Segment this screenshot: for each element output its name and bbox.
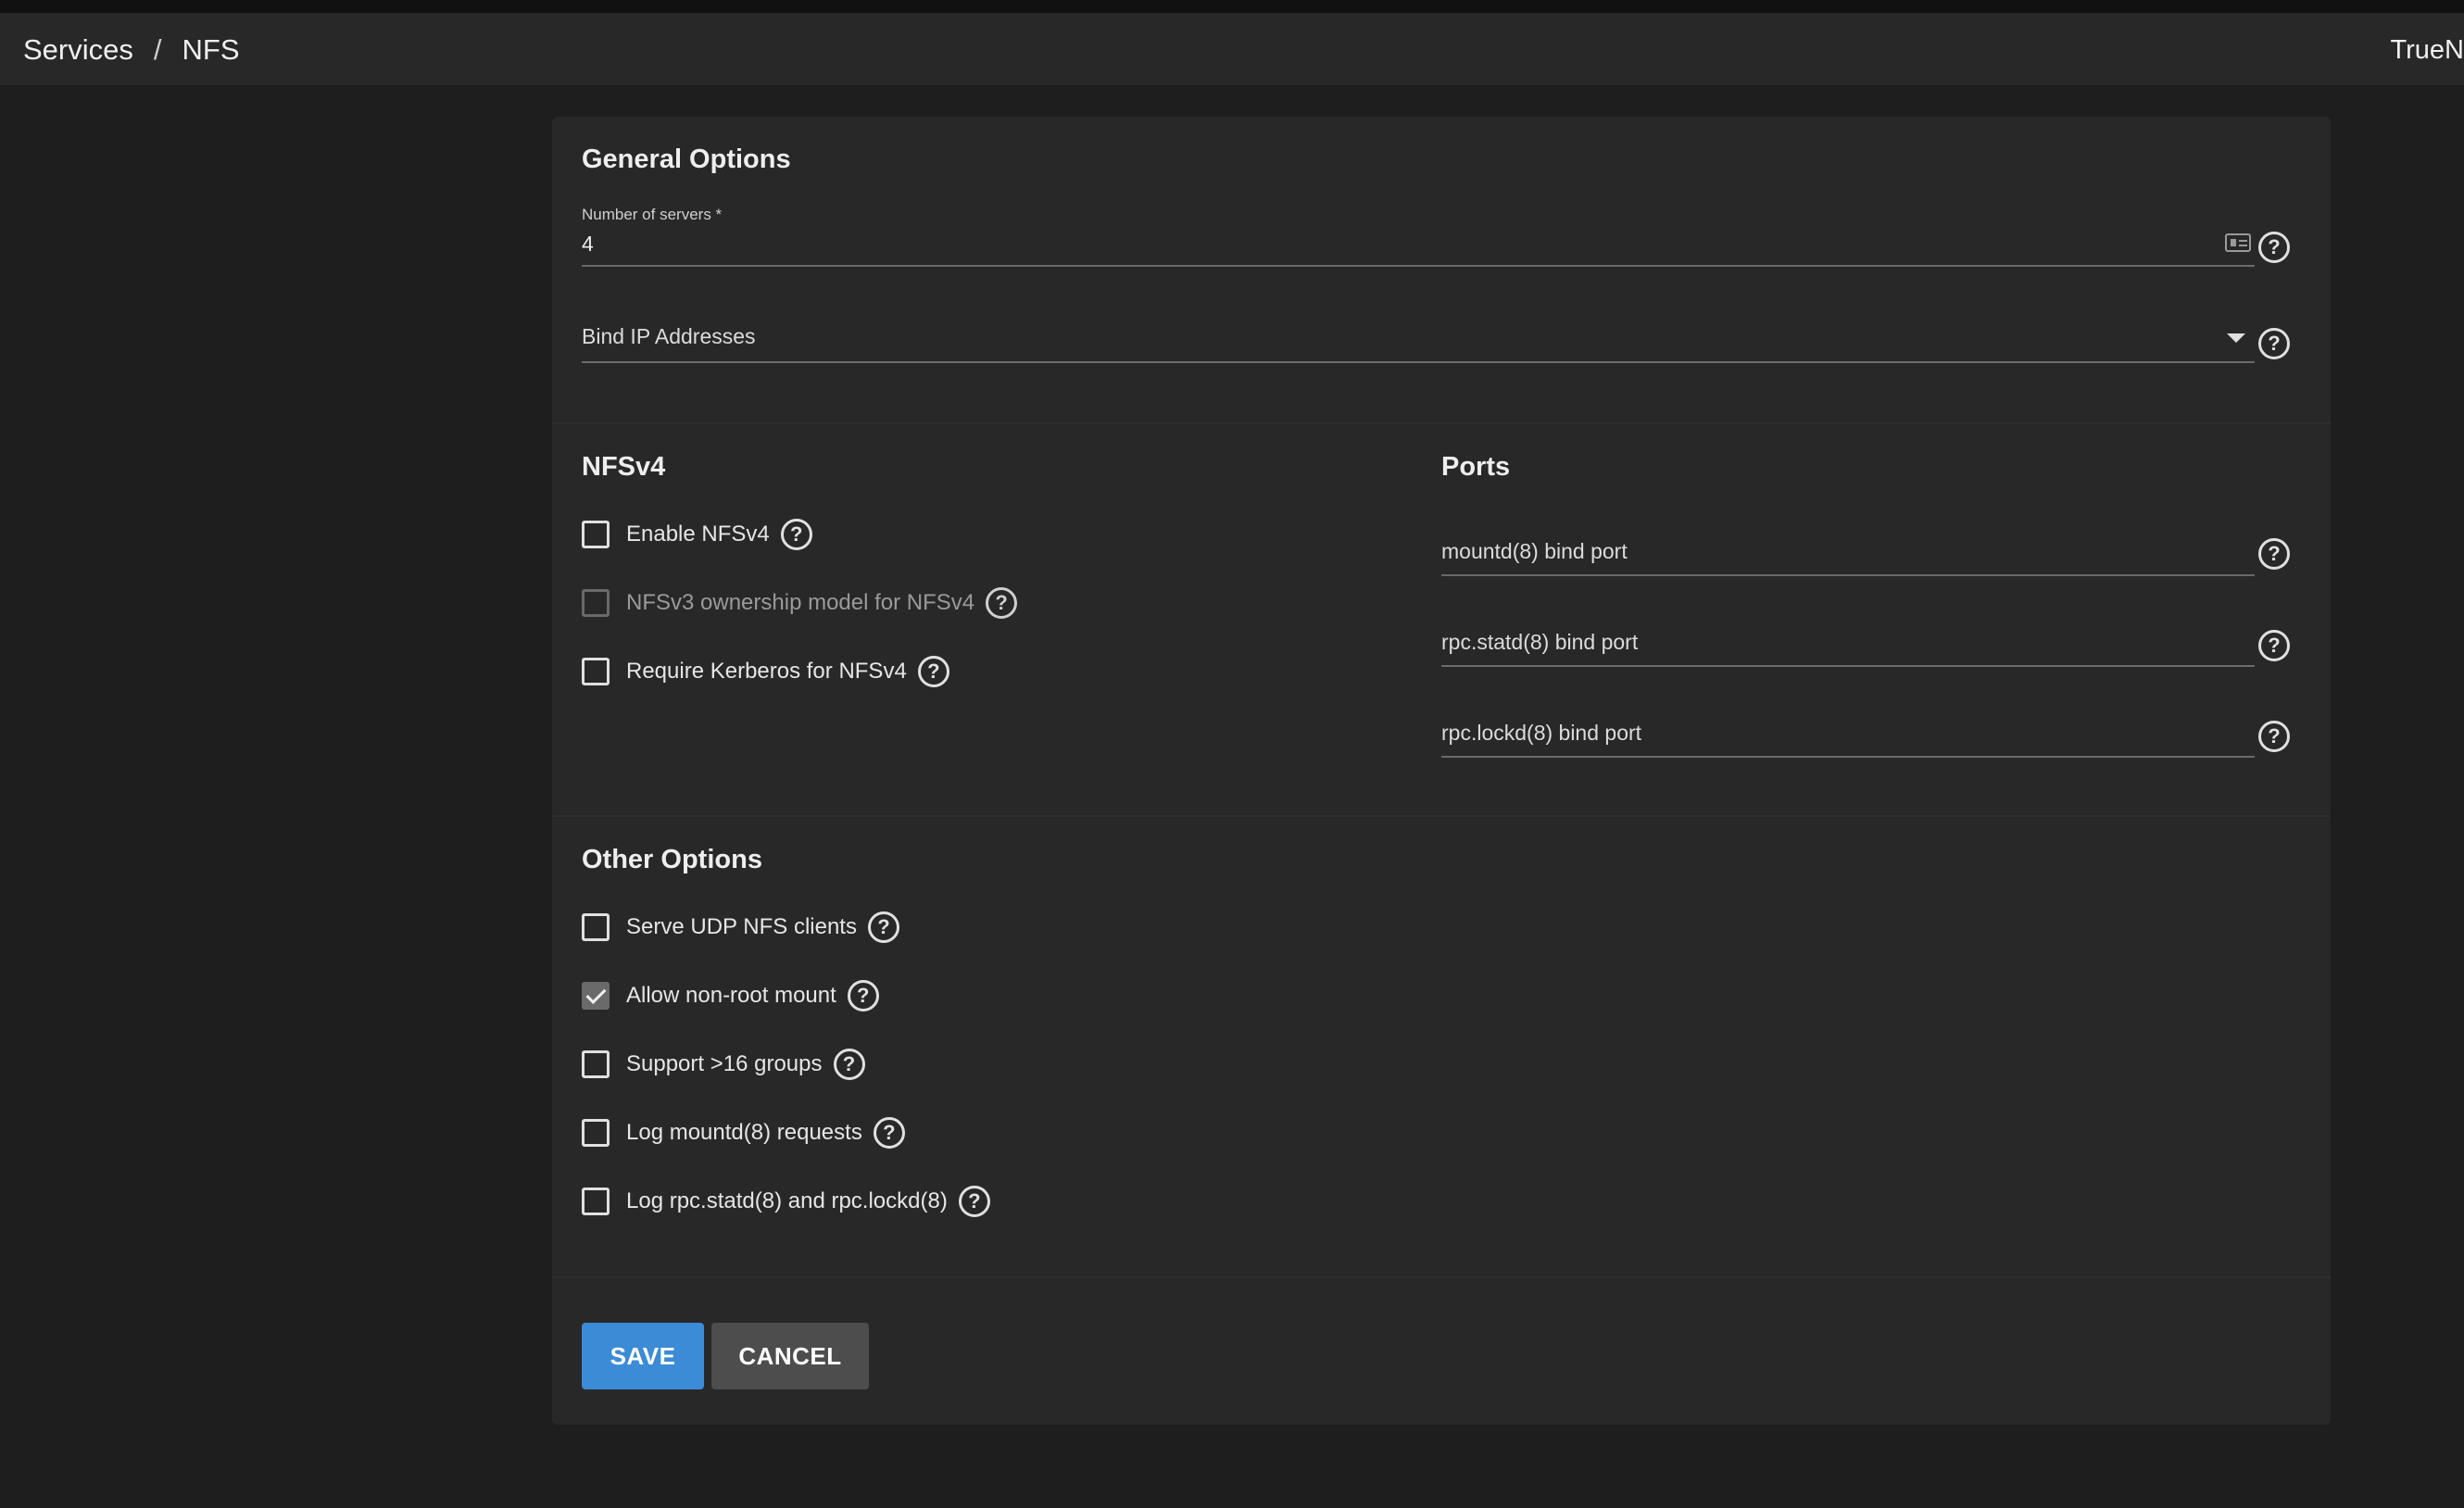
section-divider: [552, 422, 2331, 424]
allow-non-root-checkbox[interactable]: [582, 982, 610, 1010]
save-button[interactable]: SAVE: [582, 1323, 704, 1389]
log-mountd-checkbox-row[interactable]: Log mountd(8) requests ?: [582, 1114, 905, 1151]
lockd-help-icon[interactable]: ?: [2258, 721, 2290, 752]
support-16-groups-checkbox[interactable]: [582, 1050, 610, 1078]
log-mountd-checkbox[interactable]: [582, 1119, 610, 1147]
serve-udp-checkbox[interactable]: [582, 913, 610, 941]
log-mountd-help-icon[interactable]: ?: [873, 1117, 905, 1149]
support-16-groups-help-icon[interactable]: ?: [833, 1049, 865, 1080]
mountd-bind-port-input[interactable]: mountd(8) bind port: [1441, 534, 2255, 576]
log-statd-lockd-checkbox[interactable]: [582, 1188, 610, 1215]
support-16-groups-checkbox-row[interactable]: Support >16 groups ?: [582, 1046, 865, 1083]
mountd-bind-port-label: mountd(8) bind port: [1441, 539, 1628, 563]
breadcrumb: Services / NFS: [23, 13, 240, 87]
require-kerberos-help-icon[interactable]: ?: [917, 656, 949, 687]
breadcrumb-nfs: NFS: [182, 33, 240, 66]
lockd-bind-port-input[interactable]: rpc.lockd(8) bind port: [1441, 715, 2255, 758]
log-mountd-label: Log mountd(8) requests: [626, 1120, 862, 1145]
number-stepper-icon[interactable]: [2225, 233, 2251, 252]
serve-udp-checkbox-row[interactable]: Serve UDP NFS clients ?: [582, 909, 899, 946]
breadcrumb-services[interactable]: Services: [23, 33, 133, 67]
statd-bind-port-label: rpc.statd(8) bind port: [1441, 630, 1639, 654]
nfs-settings-card: General Options Number of servers * 4 ? …: [552, 117, 2331, 1425]
require-kerberos-checkbox[interactable]: [582, 658, 610, 685]
cancel-button[interactable]: CANCEL: [711, 1323, 869, 1389]
page-header: Services / NFS TrueN: [0, 13, 2464, 87]
number-of-servers-label: Number of servers *: [582, 206, 723, 223]
nfsv4-title: NFSv4: [582, 452, 666, 482]
other-options-title: Other Options: [582, 845, 762, 874]
statd-bind-port-input[interactable]: rpc.statd(8) bind port: [1441, 624, 2255, 667]
breadcrumb-separator: /: [153, 33, 162, 66]
require-kerberos-label: Require Kerberos for NFSv4: [626, 659, 907, 684]
support-16-groups-label: Support >16 groups: [626, 1051, 823, 1076]
log-statd-lockd-label: Log rpc.statd(8) and rpc.lockd(8): [626, 1188, 948, 1213]
log-statd-lockd-help-icon[interactable]: ?: [958, 1186, 990, 1217]
enable-nfsv4-checkbox-row[interactable]: Enable NFSv4 ?: [582, 516, 812, 553]
serve-udp-label: Serve UDP NFS clients: [626, 914, 857, 939]
allow-non-root-help-icon[interactable]: ?: [847, 980, 879, 1012]
nfsv3-ownership-checkbox-row[interactable]: NFSv3 ownership model for NFSv4 ?: [582, 584, 1018, 622]
servers-help-icon[interactable]: ?: [2258, 232, 2290, 263]
nfsv3-ownership-checkbox[interactable]: [582, 589, 610, 617]
bind-ip-help-icon[interactable]: ?: [2258, 328, 2290, 359]
number-of-servers-input[interactable]: 4: [582, 232, 594, 257]
chevron-down-icon[interactable]: [2227, 333, 2245, 343]
mountd-help-icon[interactable]: ?: [2258, 538, 2290, 570]
section-divider: [552, 815, 2331, 817]
nfsv3-ownership-label: NFSv3 ownership model for NFSv4: [626, 590, 975, 615]
number-of-servers-field[interactable]: Number of servers * 4: [582, 206, 2255, 267]
statd-help-icon[interactable]: ?: [2258, 630, 2290, 661]
require-kerberos-checkbox-row[interactable]: Require Kerberos for NFSv4 ?: [582, 653, 949, 690]
allow-non-root-checkbox-row[interactable]: Allow non-root mount ?: [582, 977, 879, 1014]
log-statd-lockd-checkbox-row[interactable]: Log rpc.statd(8) and rpc.lockd(8) ?: [582, 1183, 990, 1220]
window-top-strip: [0, 0, 2464, 13]
enable-nfsv4-checkbox[interactable]: [582, 521, 610, 548]
enable-nfsv4-help-icon[interactable]: ?: [780, 519, 812, 550]
brand-logo-text[interactable]: TrueN: [2391, 13, 2464, 87]
section-divider: [552, 1276, 2331, 1278]
allow-non-root-label: Allow non-root mount: [626, 983, 836, 1008]
serve-udp-help-icon[interactable]: ?: [867, 911, 899, 943]
bind-ip-addresses-select[interactable]: Bind IP Addresses: [582, 320, 2255, 363]
nfsv3-ownership-help-icon[interactable]: ?: [986, 587, 1018, 619]
general-options-title: General Options: [582, 145, 791, 174]
bind-ip-addresses-label: Bind IP Addresses: [582, 324, 756, 348]
enable-nfsv4-label: Enable NFSv4: [626, 522, 770, 547]
ports-title: Ports: [1441, 452, 1511, 482]
lockd-bind-port-label: rpc.lockd(8) bind port: [1441, 721, 1642, 745]
